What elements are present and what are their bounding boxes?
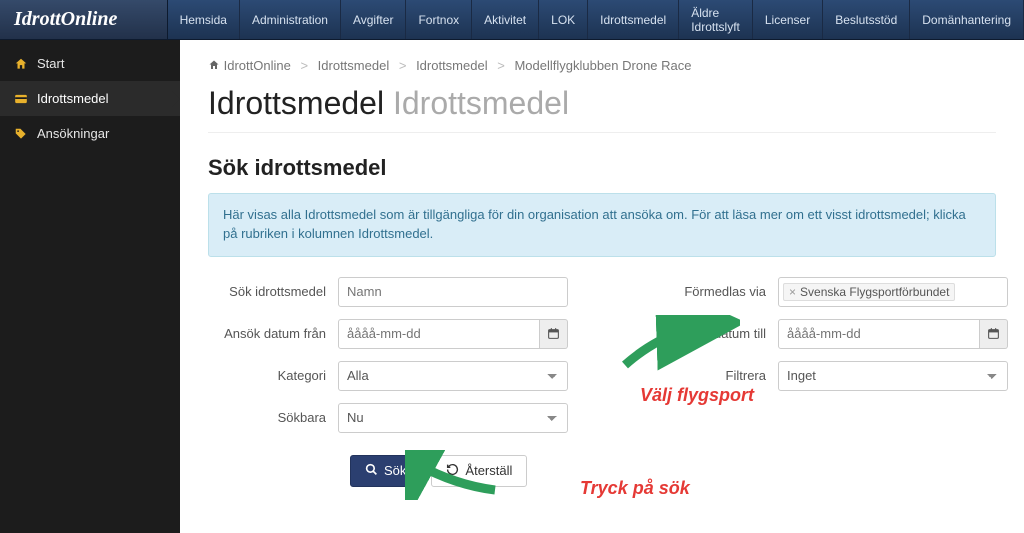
label-to: Ansök datum till	[608, 326, 778, 341]
label-via: Förmedlas via	[608, 284, 778, 299]
chevron-right-icon: >	[399, 58, 407, 73]
page-title-sub: Idrottsmedel	[393, 85, 569, 121]
filtrera-select[interactable]: Inget	[778, 361, 1008, 391]
nav-hemsida[interactable]: Hemsida	[168, 0, 240, 39]
label-from: Ansök datum från	[208, 326, 338, 341]
page-title-main: Idrottsmedel	[208, 85, 384, 121]
page-title: Idrottsmedel Idrottsmedel	[208, 85, 996, 122]
nav-lok[interactable]: LOK	[539, 0, 588, 39]
tag-label: Svenska Flygsportförbundet	[800, 285, 949, 299]
button-row: Sök Återställ	[350, 455, 996, 487]
section-title: Sök idrottsmedel	[208, 155, 996, 181]
label-kategori: Kategori	[208, 368, 338, 383]
tag-flygsport: × Svenska Flygsportförbundet	[783, 283, 955, 301]
calendar-icon[interactable]	[980, 319, 1008, 349]
top-nav: IdrottOnline Hemsida Administration Avgi…	[0, 0, 1024, 40]
nav-avgifter[interactable]: Avgifter	[341, 0, 406, 39]
label-sokbara: Sökbara	[208, 410, 338, 425]
sidebar-item-start[interactable]: Start	[0, 46, 180, 81]
nav-fortnox[interactable]: Fortnox	[406, 0, 472, 39]
chevron-right-icon: >	[300, 58, 308, 73]
sidebar-item-idrottsmedel[interactable]: Idrottsmedel	[0, 81, 180, 116]
chevron-right-icon: >	[497, 58, 505, 73]
info-message: Här visas alla Idrottsmedel som är tillg…	[208, 193, 996, 257]
sidebar: Start Idrottsmedel Ansökningar	[0, 40, 180, 533]
search-name-input[interactable]	[338, 277, 568, 307]
remove-tag-icon[interactable]: ×	[789, 285, 796, 299]
card-icon	[14, 92, 28, 106]
breadcrumb: IdrottOnline > Idrottsmedel > Idrottsmed…	[208, 58, 996, 73]
calendar-icon[interactable]	[540, 319, 568, 349]
label-name: Sök idrottsmedel	[208, 284, 338, 299]
nav-licenser[interactable]: Licenser	[753, 0, 823, 39]
main-content: IdrottOnline > Idrottsmedel > Idrottsmed…	[180, 40, 1024, 533]
nav-idrottsmedel[interactable]: Idrottsmedel	[588, 0, 679, 39]
nav-aktivitet[interactable]: Aktivitet	[472, 0, 539, 39]
nav-administration[interactable]: Administration	[240, 0, 341, 39]
sokbara-select[interactable]: Nu	[338, 403, 568, 433]
nav-domanhantering[interactable]: Domänhantering	[910, 0, 1024, 39]
aterstall-button[interactable]: Återställ	[431, 455, 527, 487]
label-filtrera: Filtrera	[608, 368, 778, 383]
divider	[208, 132, 996, 133]
home-icon	[14, 57, 28, 71]
sidebar-item-label: Start	[37, 56, 64, 71]
kategori-select[interactable]: Alla	[338, 361, 568, 391]
breadcrumb-item[interactable]: Idrottsmedel	[318, 58, 390, 73]
search-form: Sök idrottsmedel Förmedlas via × Svenska…	[208, 277, 996, 433]
button-label: Sök	[384, 463, 406, 478]
date-to-input[interactable]	[778, 319, 980, 349]
home-icon	[208, 58, 224, 73]
nav-beslutsstod[interactable]: Beslutsstöd	[823, 0, 910, 39]
breadcrumb-item[interactable]: Idrottsmedel	[416, 58, 488, 73]
breadcrumb-item[interactable]: IdrottOnline	[224, 58, 291, 73]
nav-menu: Hemsida Administration Avgifter Fortnox …	[168, 0, 1024, 39]
search-icon	[365, 463, 378, 479]
formedlas-via-input[interactable]: × Svenska Flygsportförbundet	[778, 277, 1008, 307]
sidebar-item-label: Ansökningar	[37, 126, 109, 141]
button-label: Återställ	[465, 463, 512, 478]
sidebar-item-ansokningar[interactable]: Ansökningar	[0, 116, 180, 151]
nav-aldre[interactable]: Äldre Idrottslyft	[679, 0, 753, 39]
sok-button[interactable]: Sök	[350, 455, 421, 487]
sidebar-item-label: Idrottsmedel	[37, 91, 109, 106]
breadcrumb-item: Modellflygklubben Drone Race	[514, 58, 691, 73]
tag-icon	[14, 127, 28, 141]
date-from-input[interactable]	[338, 319, 540, 349]
logo: IdrottOnline	[0, 0, 168, 39]
undo-icon	[446, 463, 459, 479]
